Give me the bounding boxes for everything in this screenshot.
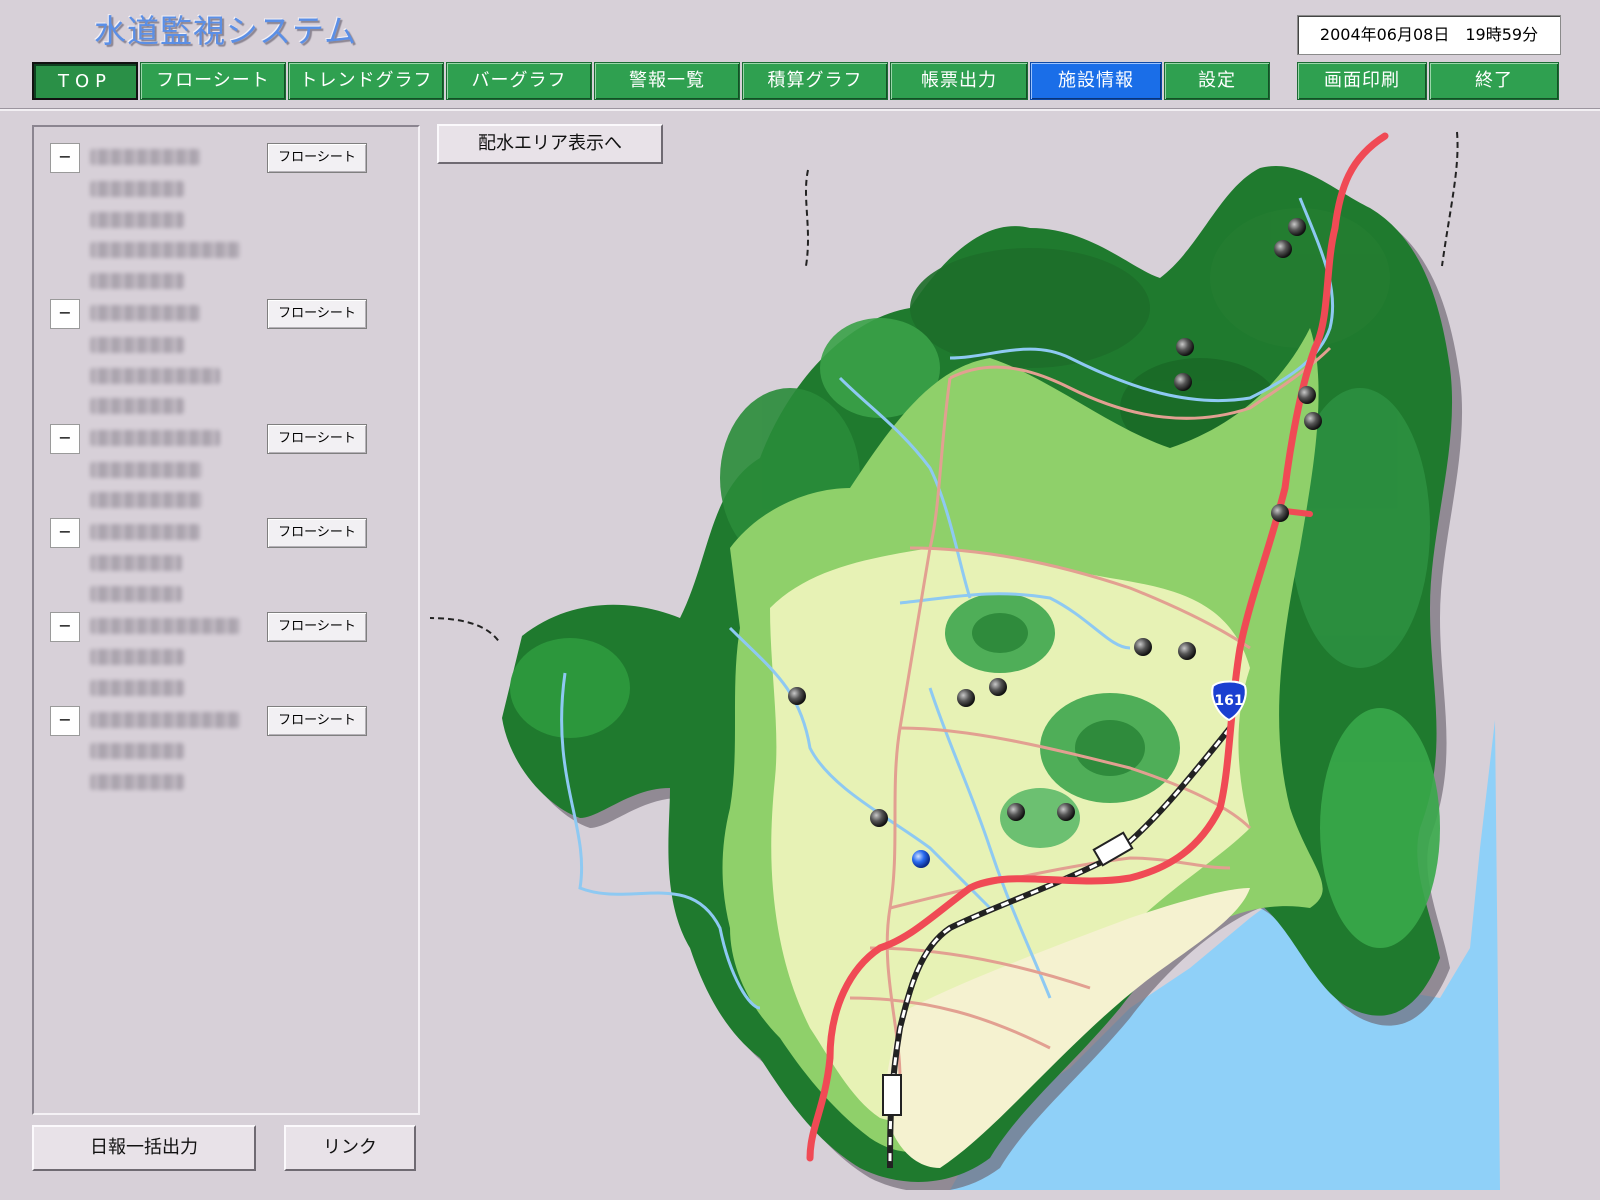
facility-marker[interactable] [870,809,888,827]
facility-marker[interactable] [1274,240,1292,258]
nav-report-output-button[interactable]: 帳票出力 [890,62,1028,100]
tree-toggle[interactable]: − [50,706,80,736]
facility-marker[interactable] [1057,803,1075,821]
redacted-facility-name[interactable] [90,273,184,289]
nav-alarm-list-button[interactable]: 警報一覧 [594,62,740,100]
tree-toggle[interactable]: − [50,518,80,548]
selected-facility-marker[interactable] [912,850,930,868]
redacted-facility-name[interactable] [90,368,220,384]
nav-trend-graph-button[interactable]: トレンドグラフ [288,62,444,100]
nav-flowsheet-button[interactable]: フローシート [140,62,286,100]
station-icon [882,1074,902,1116]
flowsheet-button[interactable]: フローシート [267,424,367,454]
datetime-display: 2004年06月08日 19時59分 [1297,15,1561,55]
facility-marker[interactable] [1178,642,1196,660]
redacted-facility-name[interactable] [90,649,184,665]
exit-button[interactable]: 終了 [1429,62,1559,100]
redacted-facility-name[interactable] [90,492,202,508]
boundary-line [805,169,809,267]
flowsheet-button[interactable]: フローシート [267,143,367,173]
tree-toggle[interactable]: − [50,424,80,454]
boundary-line [430,617,501,644]
nav-top-button[interactable]: TOP [32,62,138,100]
header-divider [0,108,1600,111]
facility-map[interactable]: 161 [430,128,1595,1190]
flowsheet-button[interactable]: フローシート [267,706,367,736]
nav-bar-graph-button[interactable]: バーグラフ [446,62,592,100]
redacted-facility-name[interactable] [90,524,200,540]
tree-toggle[interactable]: − [50,612,80,642]
redacted-facility-name[interactable] [90,712,240,728]
facility-marker[interactable] [1271,504,1289,522]
redacted-facility-name[interactable] [90,337,184,353]
flowsheet-button[interactable]: フローシート [267,299,367,329]
redacted-facility-name[interactable] [90,398,184,414]
facility-marker[interactable] [1298,386,1316,404]
facility-marker[interactable] [1288,218,1306,236]
redacted-facility-name[interactable] [90,680,184,696]
redacted-facility-name[interactable] [90,181,184,197]
nav-integration-graph-button[interactable]: 積算グラフ [742,62,888,100]
redacted-facility-name[interactable] [90,430,220,446]
flowsheet-button[interactable]: フローシート [267,612,367,642]
redacted-facility-name[interactable] [90,242,240,258]
redacted-facility-name[interactable] [90,305,200,321]
redacted-facility-name[interactable] [90,743,184,759]
redacted-facility-name[interactable] [90,212,184,228]
redacted-facility-name[interactable] [90,586,182,602]
tree-toggle[interactable]: − [50,299,80,329]
redacted-facility-name[interactable] [90,774,184,790]
facility-marker[interactable] [957,689,975,707]
app-title: 水道監視システム [94,12,358,50]
facility-marker[interactable] [1007,803,1025,821]
facility-marker[interactable] [1174,373,1192,391]
flowsheet-button[interactable]: フローシート [267,518,367,548]
nav-settings-button[interactable]: 設定 [1164,62,1270,100]
facility-marker[interactable] [788,687,806,705]
redacted-facility-name[interactable] [90,149,200,165]
link-button[interactable]: リンク [284,1125,416,1171]
facility-marker[interactable] [1304,412,1322,430]
redacted-facility-name[interactable] [90,618,240,634]
route-161-label: 161 [1214,693,1243,709]
redacted-facility-name[interactable] [90,462,202,478]
facility-tree-panel: − フローシート − フローシート − フローシート − フローシート − フロ… [32,125,420,1115]
daily-report-batch-output-button[interactable]: 日報一括出力 [32,1125,256,1171]
nav-facility-info-button[interactable]: 施設情報 [1030,62,1162,100]
redacted-facility-name[interactable] [90,555,182,571]
boundary-line [1441,131,1459,267]
facility-marker[interactable] [1176,338,1194,356]
facility-marker[interactable] [989,678,1007,696]
facility-marker[interactable] [1134,638,1152,656]
print-screen-button[interactable]: 画面印刷 [1297,62,1427,100]
tree-toggle[interactable]: − [50,143,80,173]
